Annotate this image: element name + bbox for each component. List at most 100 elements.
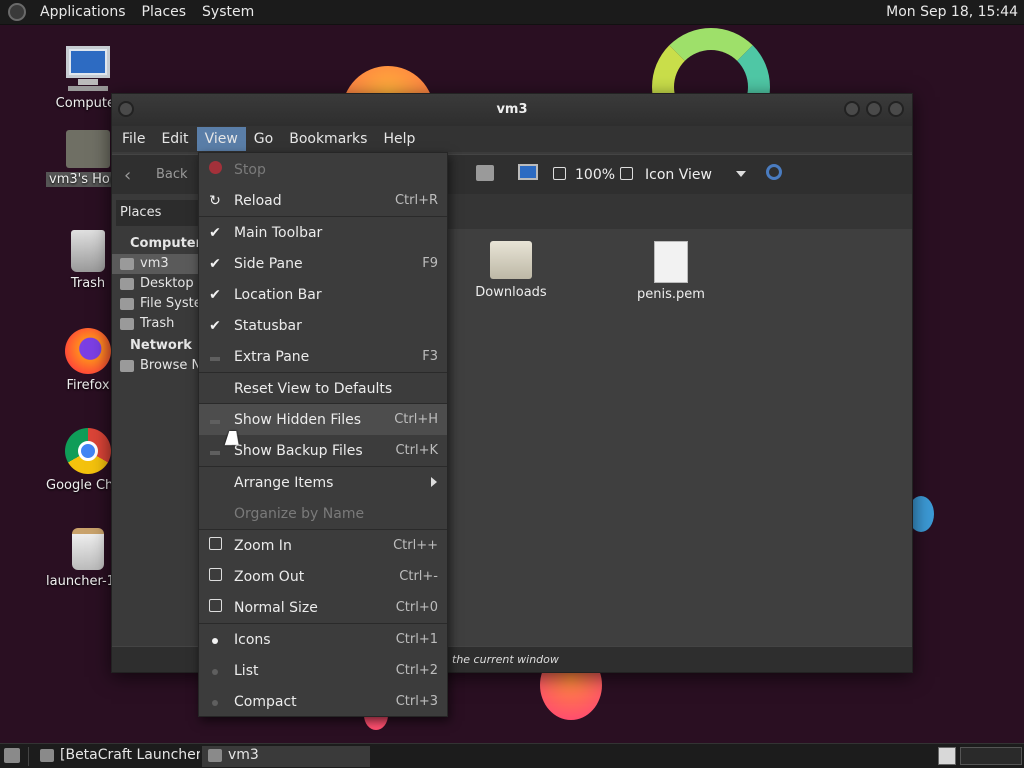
menu-item-label: Side Pane — [234, 255, 303, 272]
workspace-switcher-2[interactable] — [960, 747, 1022, 765]
menu-item-statusbar[interactable]: ✔ Statusbar — [199, 310, 447, 341]
menu-item-label: Arrange Items — [234, 474, 334, 491]
menu-item-accel: F9 — [422, 256, 438, 271]
menu-item-arrange-items[interactable]: Arrange Items — [199, 467, 447, 498]
sidebar-item-trash[interactable]: Trash — [112, 314, 200, 334]
normal-size-icon — [207, 599, 223, 616]
file-name: Downloads — [475, 285, 547, 300]
menu-item-label: Normal Size — [234, 599, 318, 616]
chrome-icon — [65, 428, 111, 474]
menu-item-location-bar[interactable]: ✔ Location Bar — [199, 279, 447, 310]
places-header[interactable]: Places — [116, 200, 200, 226]
file-name: penis.pem — [637, 287, 705, 302]
menu-item-label: Compact — [234, 693, 297, 710]
sidebar-item-label: Desktop — [140, 276, 194, 291]
menu-item-accel: Ctrl+3 — [395, 694, 438, 709]
file-item-pem[interactable]: penis.pem — [616, 241, 726, 302]
taskbar: [BetaCraft Launcher... vm3 — [0, 743, 1024, 768]
maximize-icon[interactable] — [866, 101, 882, 117]
menu-item-accel: Ctrl+2 — [395, 663, 438, 678]
check-icon: ✔ — [209, 255, 221, 272]
places-menu[interactable]: Places — [134, 4, 195, 20]
menu-item-label: Stop — [234, 161, 266, 178]
radio-selected-icon — [207, 632, 223, 648]
zoom-in-icon[interactable] — [620, 167, 633, 180]
unchecked-icon — [207, 412, 223, 428]
menu-item-accel: Ctrl+R — [394, 193, 438, 208]
close-icon[interactable] — [888, 101, 904, 117]
menu-file[interactable]: File — [114, 127, 153, 151]
menu-item-label: Statusbar — [234, 317, 302, 334]
menu-item-list[interactable]: List Ctrl+2 — [199, 655, 447, 686]
menu-item-label: Show Backup Files — [234, 442, 363, 459]
computer-toolbar-icon[interactable] — [518, 164, 538, 180]
menu-item-accel: Ctrl+0 — [395, 600, 438, 615]
menu-item-icons[interactable]: Icons Ctrl+1 — [199, 624, 447, 655]
file-view[interactable]: Downloads penis.pem — [448, 229, 912, 646]
sidebar-item-filesystem[interactable]: File System — [112, 294, 200, 314]
task-vm3[interactable]: vm3 — [202, 746, 370, 767]
window-titlebar[interactable]: vm3 — [112, 94, 912, 126]
task-label: vm3 — [228, 747, 259, 763]
menu-help[interactable]: Help — [375, 127, 423, 151]
home-icon[interactable] — [476, 165, 494, 181]
home-icon — [120, 258, 134, 270]
menu-item-main-toolbar[interactable]: ✔ Main Toolbar — [199, 217, 447, 248]
show-desktop-icon[interactable] — [4, 748, 20, 763]
view-mode-select[interactable]: Icon View — [645, 167, 712, 183]
sidebar-item-vm3[interactable]: vm3 — [112, 254, 200, 274]
document-icon — [654, 241, 688, 283]
sidebar-item-desktop[interactable]: Desktop — [112, 274, 200, 294]
menu-item-compact[interactable]: Compact Ctrl+3 — [199, 686, 447, 717]
menu-item-label: Main Toolbar — [234, 224, 323, 241]
menu-item-normal-size[interactable]: Normal Size Ctrl+0 — [199, 592, 447, 623]
menu-bookmarks[interactable]: Bookmarks — [281, 127, 375, 151]
zoom-out-icon[interactable] — [553, 167, 566, 180]
folder-icon — [208, 749, 222, 762]
menu-item-organize-by-name[interactable]: Organize by Name — [199, 498, 447, 529]
submenu-arrow-icon — [431, 477, 437, 487]
task-betacraft[interactable]: [BetaCraft Launcher... — [34, 746, 200, 767]
menu-item-zoom-in[interactable]: Zoom In Ctrl++ — [199, 530, 447, 561]
chevron-down-icon[interactable] — [736, 171, 746, 177]
java-icon — [40, 749, 54, 762]
check-icon: ✔ — [209, 317, 221, 334]
menu-go[interactable]: Go — [246, 127, 281, 151]
menu-item-side-pane[interactable]: ✔ Side Pane F9 — [199, 248, 447, 279]
sidebar-item-label: vm3 — [140, 256, 169, 271]
back-button[interactable]: Back — [156, 167, 188, 182]
drive-icon — [120, 298, 134, 310]
distro-logo-icon[interactable] — [8, 3, 26, 21]
radio-unselected-icon — [207, 694, 223, 710]
stop-icon — [207, 161, 223, 178]
menu-item-reset-view[interactable]: Reset View to Defaults — [199, 373, 447, 404]
zoom-in-icon — [207, 537, 223, 554]
sidebar-item-label: Browse Network — [140, 358, 200, 373]
menu-item-zoom-out[interactable]: Zoom Out Ctrl+- — [199, 561, 447, 592]
menu-item-label: Reload — [234, 192, 282, 209]
menu-view[interactable]: View — [196, 127, 246, 151]
zoom-level: 100% — [575, 167, 616, 183]
menu-item-label: Zoom In — [234, 537, 292, 554]
sidebar-item-browse-network[interactable]: Browse Network — [112, 356, 200, 376]
menu-item-reload[interactable]: ↻ Reload Ctrl+R — [199, 185, 447, 216]
file-item-downloads[interactable]: Downloads — [456, 241, 566, 300]
applications-menu[interactable]: Applications — [32, 4, 134, 20]
minimize-icon[interactable] — [844, 101, 860, 117]
menu-item-extra-pane[interactable]: Extra Pane F3 — [199, 341, 447, 372]
system-menu[interactable]: System — [194, 4, 262, 20]
window-title: vm3 — [496, 102, 528, 117]
menu-item-stop[interactable]: Stop — [199, 154, 447, 185]
taskbar-separator — [28, 747, 29, 766]
workspace-switcher[interactable] — [938, 747, 956, 765]
menu-edit[interactable]: Edit — [153, 127, 196, 151]
clock[interactable]: Mon Sep 18, 15:44 — [886, 4, 1018, 20]
check-icon: ✔ — [209, 286, 221, 303]
menu-item-label: Reset View to Defaults — [234, 380, 393, 397]
menu-item-label: Location Bar — [234, 286, 322, 303]
back-arrow-icon[interactable]: ‹ — [124, 165, 131, 186]
menubar: File Edit View Go Bookmarks Help — [112, 126, 912, 152]
check-icon: ✔ — [209, 224, 221, 241]
firefox-icon — [65, 328, 111, 374]
search-icon[interactable] — [766, 164, 782, 180]
